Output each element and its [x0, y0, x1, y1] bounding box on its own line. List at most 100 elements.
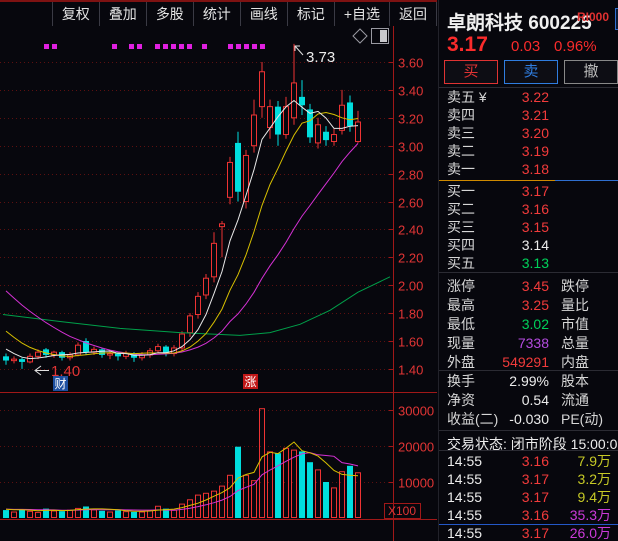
stat-row: 收益(二) -0.030 PE(动) [439, 409, 618, 428]
trade-buttons: 买 卖 撤 [444, 60, 618, 84]
volume-bar [172, 510, 177, 517]
candle-body [19, 359, 25, 362]
volume-bar [52, 511, 57, 518]
volume-bar [220, 486, 225, 517]
order-book-row[interactable]: 买四 3.14 [439, 236, 618, 254]
stock-name: 卓朗科技 [447, 13, 523, 34]
candle-body [228, 162, 233, 197]
trade-price: 3.17 [499, 489, 549, 505]
volume-bar [148, 511, 153, 518]
trade-time: 14:55 [447, 507, 482, 523]
stat-row: 换手 2.99% 股本 [439, 371, 618, 390]
candle-body [323, 132, 329, 140]
volume-bar [156, 506, 161, 517]
ma20-line [6, 143, 358, 354]
volume-bar [68, 510, 73, 517]
level-label: 买五 [447, 253, 475, 273]
order-book-row[interactable]: 卖三 3.20 [439, 124, 618, 142]
candle-body [332, 135, 337, 142]
stat-label: 外盘 [447, 352, 475, 372]
order-book-row[interactable]: 买一 3.17 [439, 182, 618, 200]
order-book-row[interactable]: 卖一 3.18 [439, 160, 618, 178]
level-price: 3.15 [489, 219, 549, 235]
stat-label-right: 内盘 [561, 352, 589, 372]
diamond-icon[interactable] [353, 29, 367, 43]
high-annotation-label: 3.73 [306, 49, 335, 66]
order-book-row[interactable]: 买二 3.16 [439, 200, 618, 218]
stats-block: 涨停 3.45 跌停最高 3.25 量比最低 3.02 市值现量 7338 总量… [439, 276, 618, 428]
trade-qty: 3.2万 [551, 469, 611, 489]
trade-time: 14:55 [447, 453, 482, 469]
signal-dot [112, 44, 117, 49]
candle-body [275, 107, 281, 135]
order-book-row[interactable]: 买五 3.13 [439, 254, 618, 272]
volume-bar [99, 511, 105, 518]
price-axis-label: 2.60 [398, 196, 423, 211]
level-price: 3.16 [489, 201, 549, 217]
buy-button[interactable]: 买 [444, 60, 498, 84]
order-book-row[interactable]: 买三 3.15 [439, 218, 618, 236]
volume-bar [235, 447, 241, 518]
trade-time: 14:55 [447, 525, 482, 541]
pane-layout-icon-fill [380, 30, 387, 42]
high-annotation-arrow [295, 46, 303, 55]
level-price: 3.13 [489, 255, 549, 271]
signal-dot [252, 44, 257, 49]
stat-value: 7338 [473, 335, 549, 351]
price-axis-label: 2.40 [398, 223, 423, 238]
volume-ma10-line [6, 453, 358, 511]
order-book-row[interactable]: 卖四 3.21 [439, 106, 618, 124]
level-label: 买三 [447, 217, 475, 237]
volume-bar [316, 470, 321, 518]
order-book-row[interactable]: 卖五 ¥ 3.22 [439, 88, 618, 106]
stat-value: 2.99% [473, 373, 549, 389]
stat-label-right: PE(动) [561, 409, 603, 429]
cancel-button[interactable]: 撤 [564, 60, 618, 84]
trade-qty: 26.0万 [551, 523, 611, 541]
candle-body [12, 359, 17, 361]
level-price: 3.18 [489, 161, 549, 177]
volume-bar [299, 451, 305, 518]
quote-panel: 卓朗科技 600225 RI000 3.17 0.03 0.96% 买 卖 撤 … [438, 0, 618, 541]
level-price: 3.20 [489, 125, 549, 141]
trade-qty: 9.4万 [551, 487, 611, 507]
signal-dot [44, 44, 49, 49]
volume-bar [12, 512, 17, 517]
stat-row: 现量 7338 总量 [439, 333, 618, 352]
trade-row: 14:55 3.17 26.0万 [439, 524, 618, 541]
stat-label-right: 流通 [561, 390, 589, 410]
stat-label: 现量 [447, 333, 475, 353]
candle-body [188, 316, 193, 333]
candle-body [316, 125, 321, 143]
candle-body [260, 72, 265, 107]
stat-label-right: 量比 [561, 295, 589, 315]
stat-label-right: 跌停 [561, 276, 589, 296]
volume-bar [340, 472, 345, 518]
trade-qty: 7.9万 [551, 451, 611, 471]
volume-bar [115, 510, 121, 518]
order-book-row[interactable]: 卖二 3.19 [439, 142, 618, 160]
last-price: 3.17 [447, 33, 488, 57]
stat-row: 外盘 549291 内盘 [439, 352, 618, 371]
sell-button[interactable]: 卖 [504, 60, 558, 84]
volume-bar [268, 452, 273, 518]
volume-bar [83, 506, 89, 518]
level-label: 卖四 [447, 105, 475, 125]
trade-price: 3.17 [499, 525, 549, 541]
candle-body [299, 97, 305, 105]
stat-label: 净资 [447, 390, 475, 410]
volume-bar [307, 462, 313, 518]
volume-axis-label: 20000 [398, 440, 434, 455]
stock-trading-app: 复权叠加多股统计画线标记+自选返回 3.603.403.203.002.802.… [0, 0, 618, 541]
trade-price: 3.16 [499, 453, 549, 469]
signal-dot [129, 44, 134, 49]
stat-row: 最高 3.25 量比 [439, 295, 618, 314]
signal-dot [260, 44, 265, 49]
level-label: 卖五 ¥ [447, 87, 487, 107]
signal-dot [137, 44, 142, 49]
stock-flag: RI000 [577, 10, 609, 24]
volume-unit-label: X100 [388, 504, 416, 518]
volume-bar [28, 511, 33, 517]
candle-body [235, 143, 241, 192]
signal-dot [52, 44, 57, 49]
